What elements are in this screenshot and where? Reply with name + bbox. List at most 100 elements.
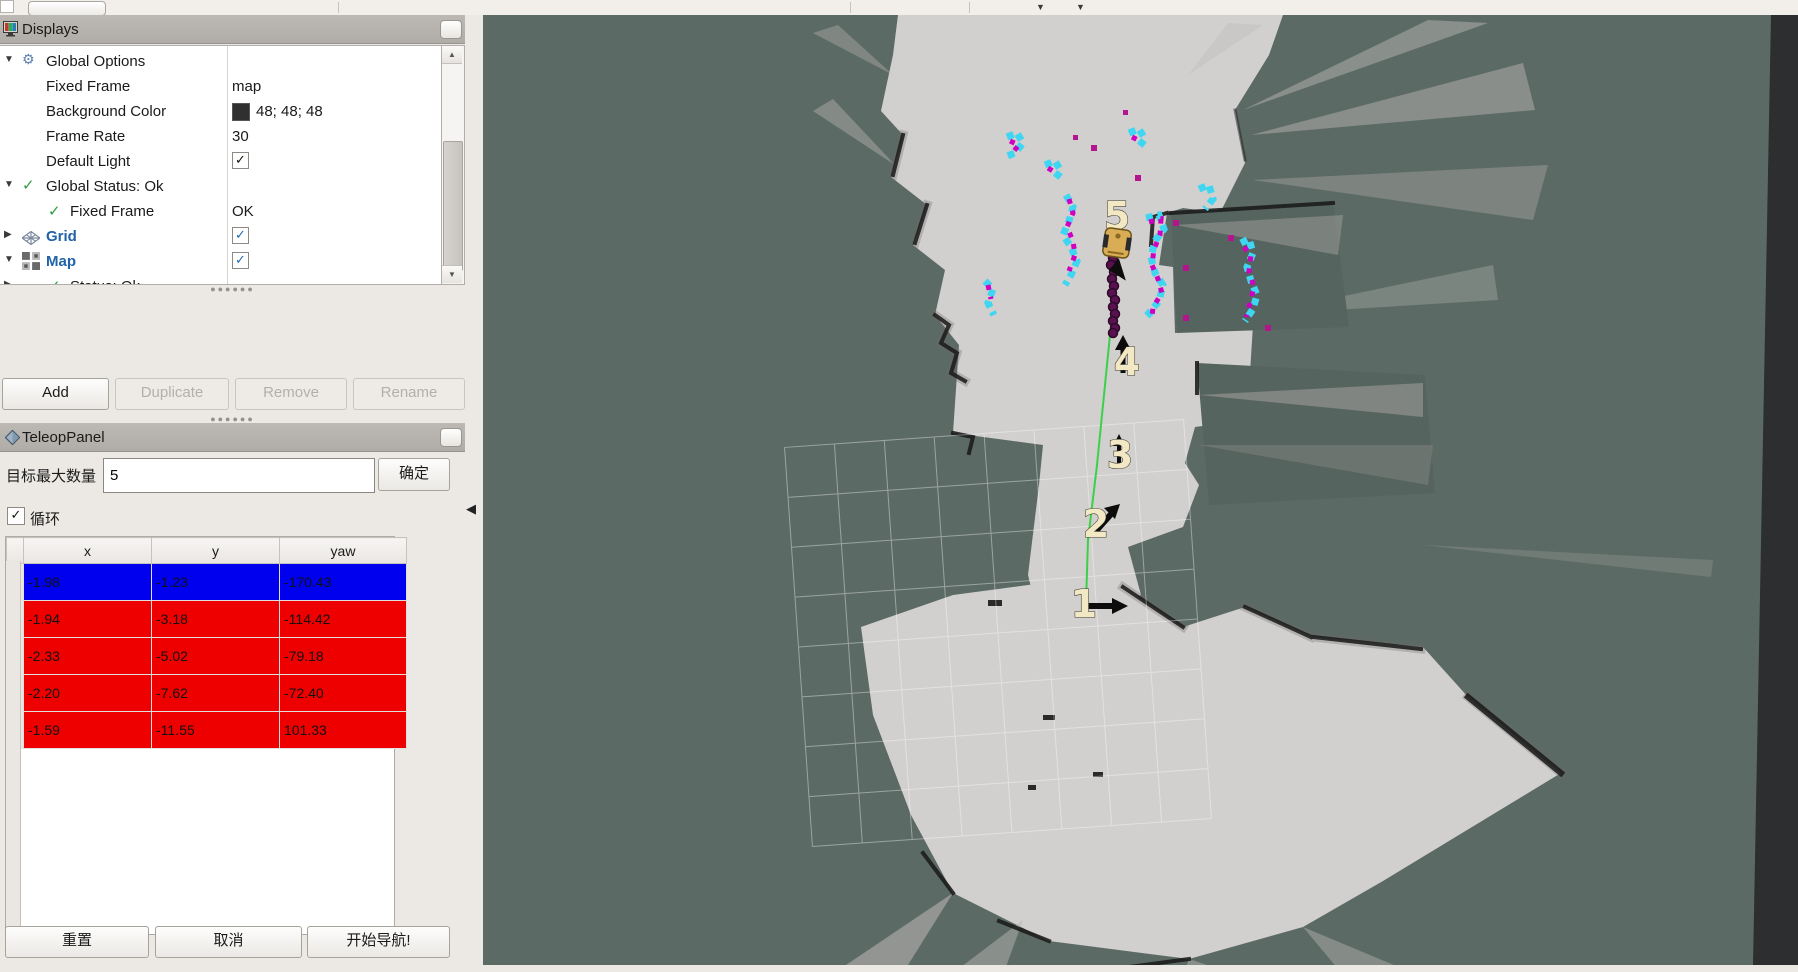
max-goal-input[interactable]	[103, 458, 375, 493]
tree-row-fixed-frame[interactable]: Fixed Frame map	[0, 74, 440, 99]
tree-row-global-status[interactable]: ▼ ✓ Global Status: Ok	[0, 174, 440, 199]
goal-label-3: 3	[1107, 433, 1133, 477]
render-viewport[interactable]: 5 4 3 2 1	[483, 15, 1798, 965]
tree-row-fixed-frame-status[interactable]: ✓ Fixed Frame OK	[0, 199, 440, 224]
loop-label: 循环	[30, 508, 60, 529]
displays-monitor-icon	[3, 21, 20, 37]
rename-display-button: Rename	[353, 378, 465, 410]
rviz-window: ▼ ▼ Displays ▼ ⚙ Global Options	[0, 0, 1798, 972]
collapse-expander-icon[interactable]: ▶	[4, 229, 12, 240]
outside-map-region	[1753, 15, 1798, 965]
grid-enabled-checkbox[interactable]: ✓	[232, 227, 249, 244]
toolbar-separator	[338, 2, 339, 13]
panel-splitter[interactable]: ●●●●●●	[0, 284, 465, 294]
max-goal-label: 目标最大数量	[6, 465, 96, 486]
tree-row-label: Background Color	[46, 103, 166, 120]
default-light-checkbox[interactable]: ✓	[232, 152, 249, 169]
collapse-expander-icon[interactable]: ▼	[4, 179, 14, 190]
cancel-button[interactable]: 取消	[155, 926, 302, 958]
cell-yaw[interactable]: -114.42	[280, 601, 407, 638]
background-color-value[interactable]: 48; 48; 48	[256, 103, 323, 120]
cell-x[interactable]: -1.98	[24, 564, 152, 601]
toolbar-tool-button[interactable]	[28, 1, 106, 16]
displays-panel-title: Displays	[22, 21, 79, 38]
map-display-icon	[22, 252, 40, 270]
dropdown-arrow-icon[interactable]: ▼	[1076, 0, 1085, 14]
tree-row-label: Map	[46, 253, 76, 270]
map-canvas: 5 4 3 2 1	[483, 15, 1798, 965]
tree-row-grid[interactable]: ▶ Grid ✓	[0, 224, 440, 249]
grid-display-icon	[22, 229, 40, 247]
remove-display-button: Remove	[235, 378, 347, 410]
tree-row-label: Default Light	[46, 153, 130, 170]
cell-x[interactable]: -2.33	[24, 638, 152, 675]
tree-row-label: Global Options	[46, 53, 145, 70]
col-header-yaw: yaw	[280, 538, 407, 564]
cell-yaw[interactable]: -170.43	[280, 564, 407, 601]
displays-panel-titlebar: Displays	[0, 15, 465, 44]
goal-label-1: 1	[1071, 582, 1097, 626]
waypoint-row-5[interactable]: 5 -1.59 -11.55 101.33	[7, 712, 407, 749]
color-swatch[interactable]	[232, 103, 250, 121]
fixed-frame-value[interactable]: map	[232, 78, 261, 95]
corner-header	[7, 538, 24, 564]
tree-row-map[interactable]: ▼ Map ✓	[0, 249, 440, 274]
add-display-button[interactable]: Add	[2, 378, 109, 410]
teleop-panel-title: TeleopPanel	[22, 429, 105, 446]
cell-y[interactable]: -7.62	[152, 675, 280, 712]
status-ok-check-icon: ✓	[22, 176, 40, 194]
tree-row-default-light[interactable]: Default Light ✓	[0, 149, 440, 174]
cell-y[interactable]: -11.55	[152, 712, 280, 749]
teleop-float-button[interactable]	[440, 428, 462, 447]
cell-y[interactable]: -1.23	[152, 564, 280, 601]
tree-row-label: Fixed Frame	[70, 203, 154, 220]
cell-yaw[interactable]: -79.18	[280, 638, 407, 675]
panel-collapse-arrow[interactable]: ◀	[466, 501, 476, 517]
cell-x[interactable]: -1.94	[24, 601, 152, 638]
goal-label-2: 2	[1083, 502, 1109, 546]
start-navigation-button[interactable]: 开始导航!	[307, 926, 450, 958]
toolbar-partial-widget	[0, 0, 14, 13]
confirm-button[interactable]: 确定	[378, 458, 450, 491]
toolbar: ▼ ▼	[0, 0, 1798, 16]
gear-icon: ⚙	[22, 51, 40, 69]
tree-row-label: Fixed Frame	[46, 78, 130, 95]
tree-row-label: Grid	[46, 228, 77, 245]
waypoint-table: x y yaw 1 -1.98 -1.23 -170.43 2 -1.94	[5, 536, 395, 935]
collapse-expander-icon[interactable]: ▼	[4, 254, 14, 265]
loop-checkbox[interactable]: ✓	[7, 507, 25, 525]
tree-row-frame-rate[interactable]: Frame Rate 30	[0, 124, 440, 149]
table-header-row: x y yaw	[7, 538, 407, 564]
tree-row-background-color[interactable]: Background Color 48; 48; 48	[0, 99, 440, 124]
toolbar-separator	[850, 2, 851, 13]
scrollbar-down-icon[interactable]: ▼	[442, 265, 462, 283]
reset-button[interactable]: 重置	[5, 926, 149, 958]
frame-rate-value[interactable]: 30	[232, 128, 249, 145]
dropdown-arrow-icon[interactable]: ▼	[1036, 0, 1045, 14]
waypoint-row-4[interactable]: 4 -2.20 -7.62 -72.40	[7, 675, 407, 712]
cell-yaw[interactable]: -72.40	[280, 675, 407, 712]
cell-x[interactable]: -1.59	[24, 712, 152, 749]
table-row-gutter	[6, 561, 21, 934]
tree-row-global-options[interactable]: ▼ ⚙ Global Options	[0, 49, 440, 74]
scrollbar-up-icon[interactable]: ▲	[442, 46, 462, 64]
cell-y[interactable]: -3.18	[152, 601, 280, 638]
waypoint-row-3[interactable]: 3 -2.33 -5.02 -79.18	[7, 638, 407, 675]
displays-tree: ▼ ⚙ Global Options Fixed Frame map Backg…	[0, 45, 464, 285]
displays-float-button[interactable]	[440, 20, 462, 39]
map-enabled-checkbox[interactable]: ✓	[232, 252, 249, 269]
cell-y[interactable]: -5.02	[152, 638, 280, 675]
col-header-y: y	[152, 538, 280, 564]
tree-row-label: Frame Rate	[46, 128, 125, 145]
collapse-expander-icon[interactable]: ▼	[4, 54, 14, 65]
cell-yaw[interactable]: 101.33	[280, 712, 407, 749]
waypoint-row-2[interactable]: 2 -1.94 -3.18 -114.42	[7, 601, 407, 638]
scrollbar-thumb[interactable]	[443, 141, 463, 271]
waypoint-row-1[interactable]: 1 -1.98 -1.23 -170.43	[7, 564, 407, 601]
duplicate-display-button: Duplicate	[115, 378, 229, 410]
status-ok-check-icon: ✓	[48, 202, 61, 220]
side-panel-column: Displays ▼ ⚙ Global Options Fixed Frame …	[0, 15, 483, 972]
cell-x[interactable]: -2.20	[24, 675, 152, 712]
tree-scrollbar[interactable]: ▲ ▼	[441, 45, 465, 285]
toolbar-separator	[969, 2, 970, 13]
